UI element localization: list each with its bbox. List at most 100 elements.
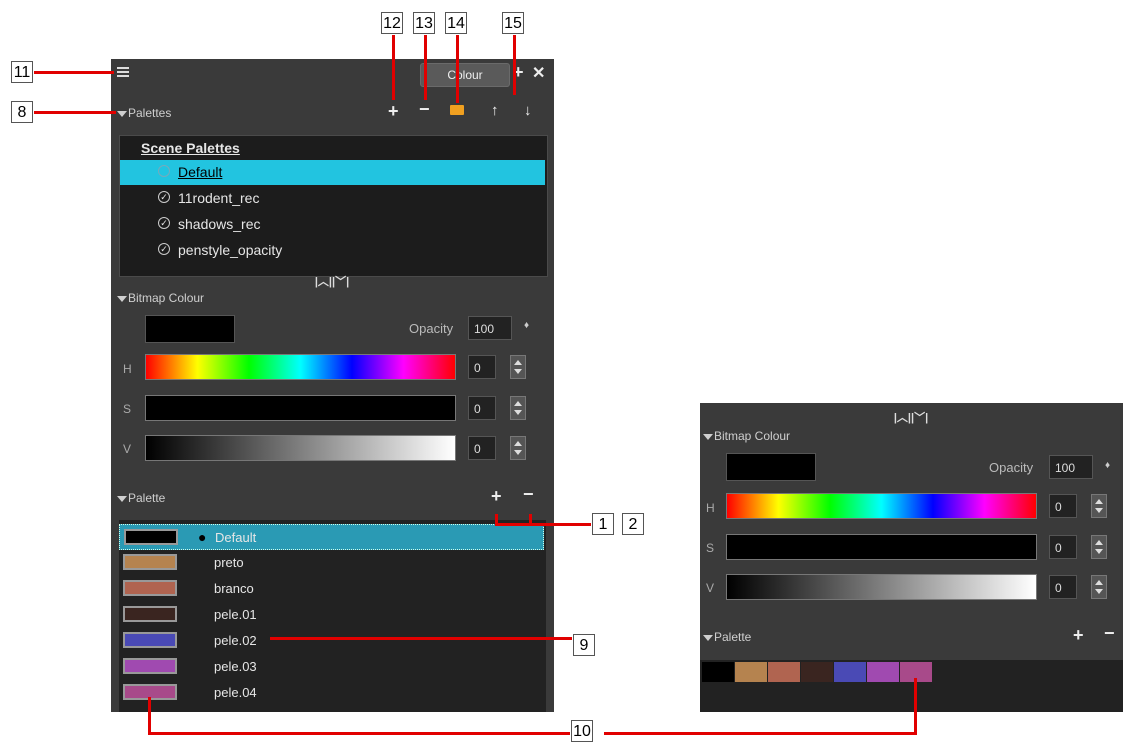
value-field[interactable]: 0 — [1049, 575, 1077, 599]
palette-section-header[interactable]: Palette — [703, 630, 751, 644]
remove-palette-icon[interactable]: − — [419, 100, 430, 118]
saturation-stepper[interactable] — [510, 396, 526, 420]
saturation-field[interactable]: 0 — [468, 396, 496, 420]
swatch-name: Default — [215, 530, 257, 545]
callout-15: 15 — [502, 12, 524, 34]
checkmark-icon: ✓ — [158, 191, 170, 203]
leader-line — [148, 732, 570, 735]
saturation-slider[interactable] — [145, 395, 456, 421]
hue-field[interactable]: 0 — [1049, 494, 1077, 518]
selected-dot-icon: ● — [198, 529, 207, 545]
palette-lock-icon — [158, 165, 170, 177]
callout-2: 2 — [622, 513, 644, 535]
swatch-cell[interactable] — [867, 662, 899, 682]
arrow-up-icon[interactable]: ↑ — [491, 102, 499, 120]
leader-line — [513, 35, 516, 95]
swatch-row-pele01[interactable]: pele.01 — [119, 602, 544, 628]
palettes-section-header[interactable]: Palettes — [117, 106, 171, 120]
leader-line — [34, 111, 116, 114]
swatch-row-pele03[interactable]: pele.03 — [119, 654, 544, 680]
value-stepper[interactable] — [510, 436, 526, 460]
swatch-cell[interactable] — [702, 662, 734, 682]
palettes-title: Palettes — [128, 106, 172, 120]
saturation-slider[interactable] — [726, 534, 1037, 560]
palette-item-default[interactable]: Default — [120, 160, 545, 185]
folder-icon[interactable] — [450, 105, 464, 115]
hue-slider[interactable] — [145, 354, 456, 380]
swatch-row-pele02[interactable]: pele.02 — [119, 628, 544, 654]
palette-item-label: 11rodent_rec — [178, 190, 260, 206]
callout-11: 11 — [11, 61, 33, 83]
tab-colour[interactable]: Colour — [420, 63, 510, 87]
swatch-row-pele04[interactable]: pele.04 — [119, 680, 544, 706]
leader-line — [392, 35, 395, 100]
hue-field[interactable]: 0 — [468, 355, 496, 379]
swatch-row-preto[interactable]: preto — [119, 550, 544, 576]
palette-item-label: penstyle_opacity — [178, 242, 283, 258]
leader-line — [270, 637, 572, 640]
current-colour-swatch[interactable] — [726, 453, 816, 481]
palette-section-header[interactable]: Palette — [117, 491, 165, 505]
palette-item-11rodent[interactable]: ✓ 11rodent_rec — [120, 186, 545, 211]
swatch-row-default[interactable]: ● Default — [119, 524, 544, 550]
opacity-field[interactable]: 100 — [468, 316, 512, 340]
current-colour-swatch[interactable] — [145, 315, 235, 343]
swatch-name: pele.01 — [214, 607, 257, 622]
bitmap-colour-header[interactable]: Bitmap Colour — [703, 429, 790, 443]
palette-item-label: shadows_rec — [178, 216, 261, 232]
splitter-handle[interactable]: |︿||﹀| — [880, 412, 942, 424]
value-slider[interactable] — [145, 435, 456, 461]
callout-14: 14 — [445, 12, 467, 34]
scene-palettes-header: Scene Palettes — [141, 140, 240, 156]
opacity-field[interactable]: 100 — [1049, 455, 1093, 479]
remove-colour-icon[interactable]: − — [523, 485, 534, 503]
colour-swatch — [123, 658, 177, 674]
saturation-field[interactable]: 0 — [1049, 535, 1077, 559]
value-field[interactable]: 0 — [468, 436, 496, 460]
palette-list: Scene Palettes Default ✓ 11rodent_rec ✓ … — [119, 135, 548, 277]
collapse-triangle-icon — [117, 495, 127, 502]
arrow-down-icon[interactable]: ↓ — [524, 102, 532, 120]
callout-10: 10 — [571, 720, 593, 742]
swatch-cell[interactable] — [735, 662, 767, 682]
hue-stepper[interactable] — [1091, 494, 1107, 518]
swatch-cell[interactable] — [834, 662, 866, 682]
splitter-handle[interactable]: |︿||﹀| — [301, 276, 363, 288]
add-palette-icon[interactable]: + — [388, 102, 399, 120]
menu-icon[interactable] — [117, 66, 131, 80]
hue-label: H — [123, 362, 132, 376]
value-slider[interactable] — [726, 574, 1037, 600]
palette-item-shadows[interactable]: ✓ shadows_rec — [120, 212, 545, 237]
colour-swatch — [123, 554, 177, 570]
add-colour-icon[interactable]: + — [1073, 626, 1084, 644]
bitmap-colour-title: Bitmap Colour — [714, 429, 791, 443]
leader-line — [148, 697, 151, 735]
opacity-stepper-icon[interactable]: ♦ — [1105, 460, 1110, 471]
opacity-label: Opacity — [989, 460, 1034, 475]
leader-line — [604, 732, 917, 735]
opacity-stepper-icon[interactable]: ♦ — [524, 320, 529, 331]
colour-swatch — [124, 529, 178, 545]
swatch-row-branco[interactable]: branco — [119, 576, 544, 602]
hue-stepper[interactable] — [510, 355, 526, 379]
swatch-cell[interactable] — [768, 662, 800, 682]
swatch-name: pele.03 — [214, 659, 257, 674]
callout-1: 1 — [592, 513, 614, 535]
swatch-cell[interactable] — [801, 662, 833, 682]
palette-title: Palette — [714, 630, 752, 644]
saturation-label: S — [706, 541, 715, 555]
close-icon[interactable]: ✕ — [532, 63, 545, 83]
palette-item-penstyle[interactable]: ✓ penstyle_opacity — [120, 238, 545, 263]
add-colour-icon[interactable]: + — [491, 487, 502, 505]
leader-line — [34, 71, 114, 74]
remove-colour-icon[interactable]: − — [1104, 624, 1115, 642]
callout-12: 12 — [381, 12, 403, 34]
hue-slider[interactable] — [726, 493, 1037, 519]
bitmap-colour-header[interactable]: Bitmap Colour — [117, 291, 204, 305]
value-stepper[interactable] — [1091, 575, 1107, 599]
collapse-triangle-icon — [117, 110, 127, 117]
value-label: V — [706, 581, 715, 595]
colour-swatch — [123, 632, 177, 648]
callout-13: 13 — [413, 12, 435, 34]
saturation-stepper[interactable] — [1091, 535, 1107, 559]
